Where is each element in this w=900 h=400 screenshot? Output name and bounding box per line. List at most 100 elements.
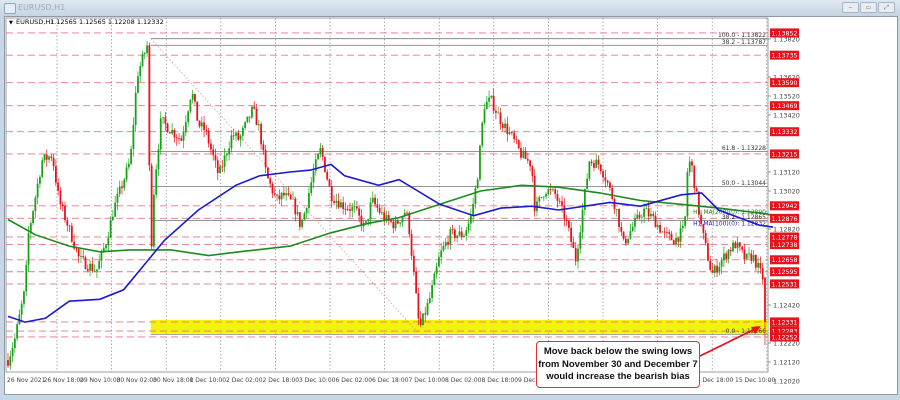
candle-body [656, 224, 659, 228]
candle-body [374, 197, 376, 205]
candle-body [351, 206, 354, 211]
candle-body [312, 170, 315, 183]
candle-body [175, 137, 178, 139]
candle-body [305, 208, 308, 214]
candle-body [355, 206, 358, 209]
candle-body [273, 193, 276, 195]
candle-body [148, 45, 151, 166]
candle-body [339, 202, 342, 208]
candle-body [303, 213, 306, 220]
candle-body [479, 145, 481, 180]
candle-body [157, 149, 160, 170]
candle-body [561, 201, 563, 206]
candle-body [376, 204, 379, 208]
candle-body [734, 242, 737, 249]
candle-body [460, 231, 463, 237]
candle-body [150, 165, 153, 247]
candle-body [173, 129, 176, 138]
candle-body [670, 233, 673, 241]
candle-body [262, 144, 265, 151]
candle-body [681, 225, 684, 229]
candle-body [241, 127, 244, 136]
candle-body [358, 208, 361, 216]
y-tick-label: 1.12120 [773, 359, 800, 367]
candle-body [453, 229, 456, 239]
y-tick-label: 1.13020 [773, 188, 800, 196]
candle-body [11, 348, 14, 357]
candle-body [91, 263, 94, 272]
candle-body [82, 256, 85, 258]
candle-body [449, 229, 452, 245]
candle-body [232, 135, 235, 137]
candle-body [205, 129, 208, 131]
candle-body [371, 197, 374, 203]
price-level-tag-label: 1.13852 [772, 30, 798, 37]
candle-body [216, 160, 219, 174]
candle-body [406, 212, 408, 214]
candle-body [727, 249, 730, 259]
candle-body [278, 195, 281, 200]
candle-body [754, 254, 757, 268]
candle-body [688, 161, 691, 173]
candle-body [483, 109, 486, 123]
candle-body [34, 197, 37, 212]
candle-body [9, 356, 12, 366]
candle-body [184, 122, 187, 133]
candle-body [282, 192, 285, 196]
candle-body [684, 216, 687, 226]
candle-body [25, 264, 28, 292]
candle-body [321, 147, 324, 157]
candle-body [45, 154, 48, 160]
price-level-tag-label: 1.12252 [772, 334, 798, 341]
candle-body [137, 76, 139, 93]
x-tick-label: 30 Nov 02:00 [117, 377, 158, 384]
candle-body [422, 313, 424, 325]
candle-body [105, 245, 107, 249]
candle-body [308, 192, 310, 209]
candle-body [743, 249, 746, 259]
candle-body [111, 216, 114, 221]
candle-body [440, 250, 443, 258]
candle-body [39, 176, 41, 184]
candle-body [456, 235, 459, 239]
candle-body [654, 215, 657, 228]
candle-body [68, 225, 71, 227]
candle-body [349, 209, 351, 211]
candle-body [615, 209, 618, 210]
candle-body [725, 253, 728, 259]
candle-body [458, 231, 461, 236]
candle-body [567, 220, 570, 228]
candle-body [495, 110, 497, 113]
candle-body [207, 130, 210, 144]
candle-body [221, 166, 224, 168]
x-tick-label: 26 Nov 2021 [7, 377, 46, 384]
candle-body [280, 192, 283, 200]
candle-body [228, 148, 231, 155]
candle-body [187, 111, 190, 123]
candle-body [444, 241, 447, 247]
y-tick-label: 1.13120 [773, 169, 800, 177]
candle-body [394, 220, 397, 229]
candle-body [230, 135, 233, 149]
candle-body [490, 95, 493, 98]
candle-body [317, 154, 319, 160]
candle-body [301, 219, 304, 227]
candle-body [531, 166, 534, 176]
annotation-line: would increase the bearish bias [546, 371, 690, 382]
candle-body [239, 135, 242, 140]
moving-average-label: H1 MA(200)(0): 1.12890 [693, 209, 766, 216]
x-tick-label: 7 Dec 10:00 [409, 377, 446, 384]
x-tick-label: 1 Dec 10:00 [190, 377, 227, 384]
price-chart[interactable]: 100.0 - 1.1382238.2 - 1.1378761.8 - 1.13… [0, 0, 900, 400]
candle-body [538, 197, 541, 202]
candle-body [292, 198, 294, 200]
candle-body [198, 120, 201, 127]
candle-body [130, 148, 133, 164]
candle-body [647, 208, 650, 217]
candle-body [711, 270, 714, 273]
candle-body [171, 129, 174, 134]
candle-body [695, 188, 698, 192]
candle-body [595, 159, 598, 168]
price-level-tag-label: 1.12595 [772, 269, 798, 276]
x-tick-label: 8 Dec 02:00 [445, 377, 482, 384]
